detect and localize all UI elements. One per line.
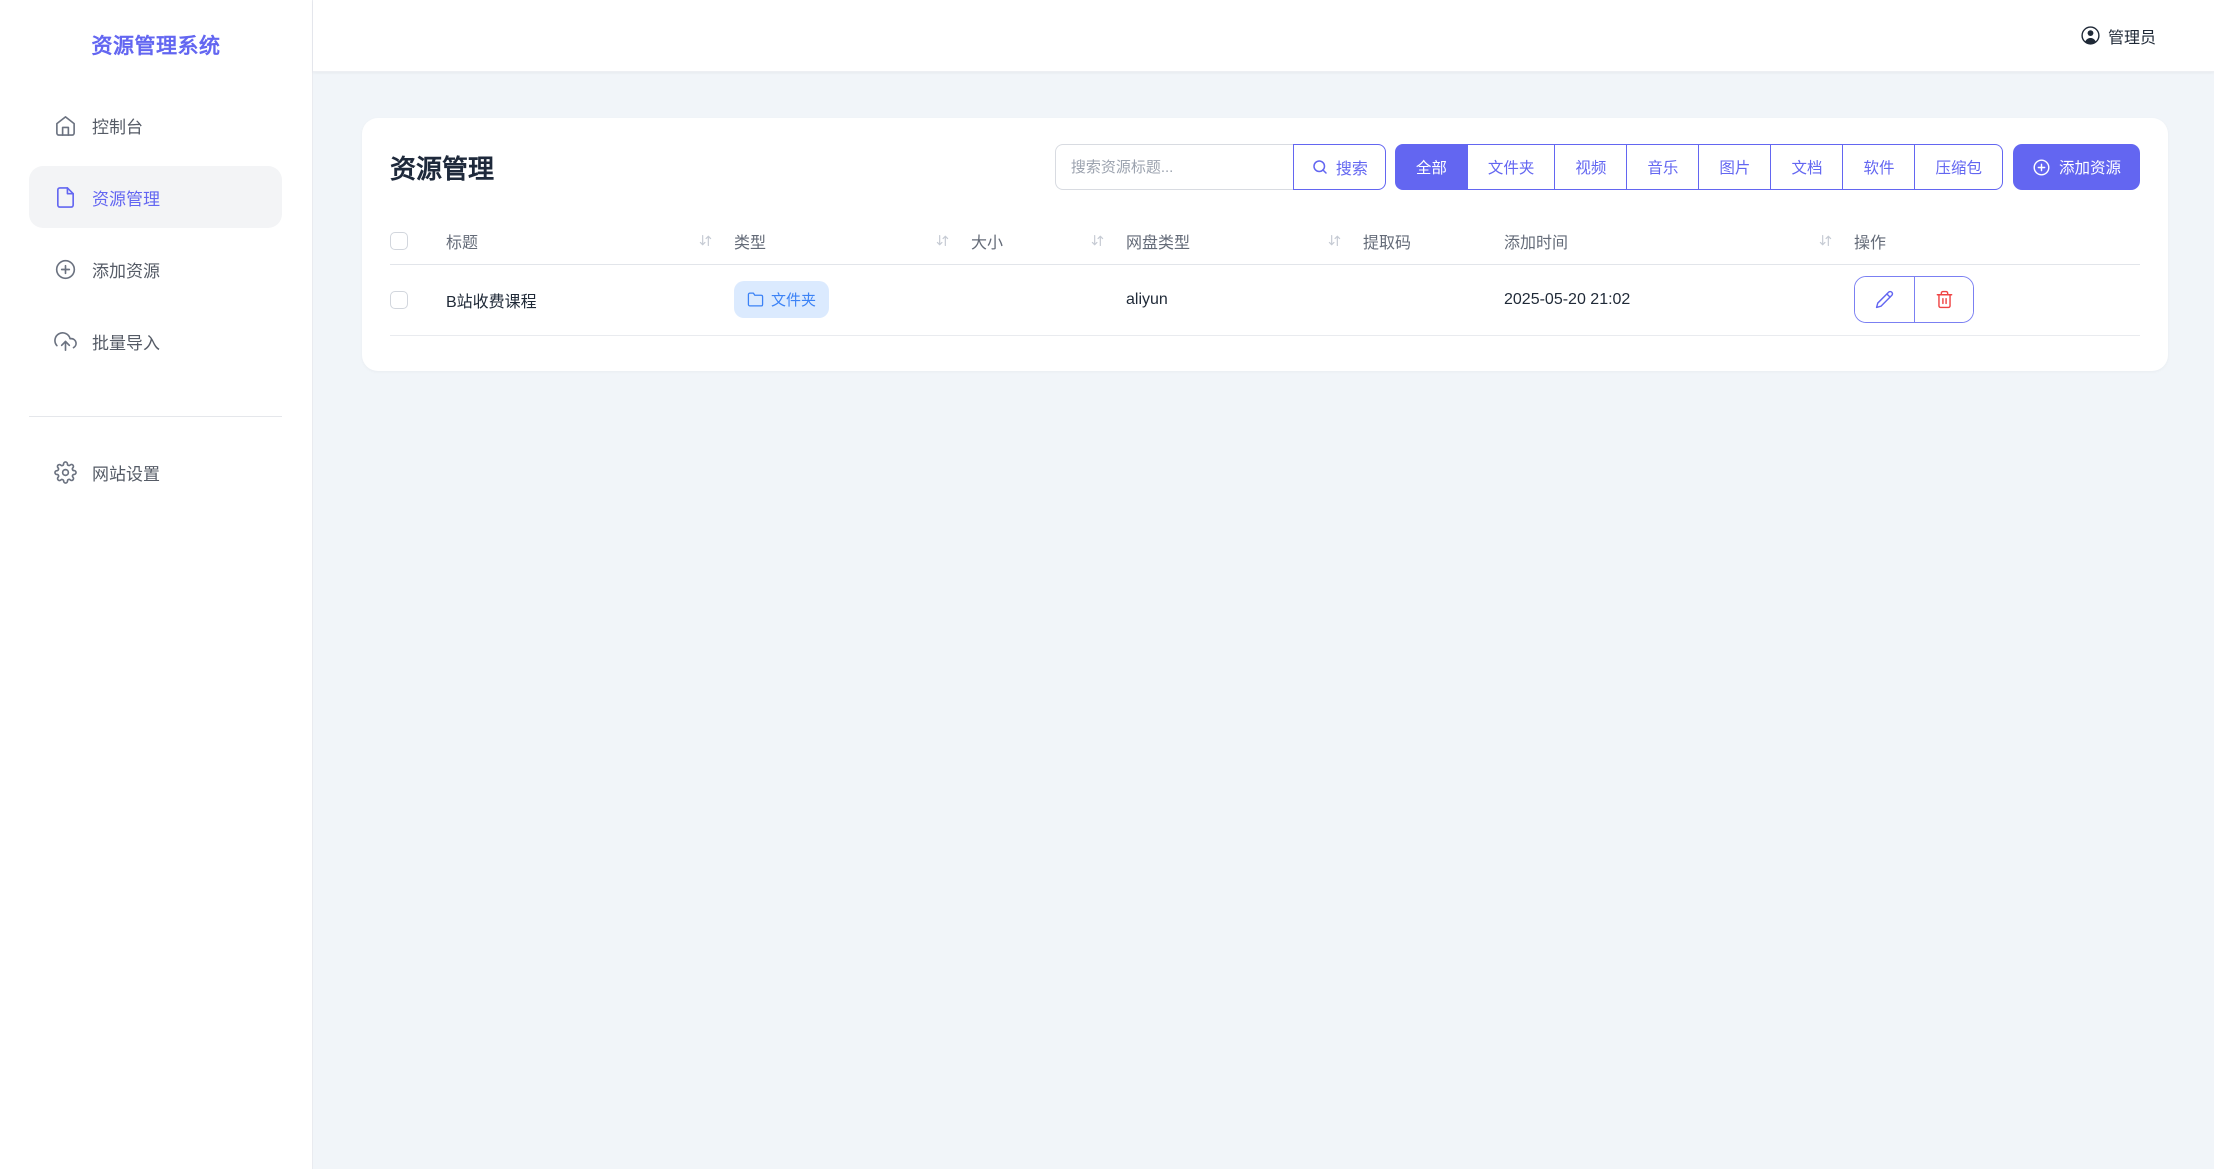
sort-icon[interactable] xyxy=(1817,232,1834,249)
cell-pan-type: aliyun xyxy=(1126,264,1363,335)
cell-added-time: 2025-05-20 21:02 xyxy=(1504,264,1854,335)
toolbar-controls: 搜索 全部 文件夹 视频 音乐 图片 文档 软件 压缩包 xyxy=(1055,144,2140,190)
table-body: B站收费课程 文件夹 aliyun 2025-05-20 21:02 xyxy=(390,264,2140,335)
sort-icon[interactable] xyxy=(934,232,951,249)
column-size[interactable]: 大小 xyxy=(971,218,1126,264)
pencil-icon xyxy=(1875,290,1894,309)
card-toolbar: 资源管理 搜索 全部 文件夹 视频 xyxy=(390,144,2140,190)
sidebar-item-label: 网站设置 xyxy=(92,460,160,485)
column-title[interactable]: 标题 xyxy=(446,218,734,264)
row-action-group xyxy=(1854,276,1974,323)
column-type[interactable]: 类型 xyxy=(734,218,971,264)
type-filter-group: 全部 文件夹 视频 音乐 图片 文档 软件 压缩包 xyxy=(1395,144,2003,190)
brand-title: 资源管理系统 xyxy=(0,0,312,94)
topbar: 管理员 xyxy=(313,0,2214,72)
table-row: B站收费课程 文件夹 aliyun 2025-05-20 21:02 xyxy=(390,264,2140,335)
page-title: 资源管理 xyxy=(390,149,494,186)
plus-circle-icon xyxy=(54,258,77,281)
page-content: 资源管理 搜索 全部 文件夹 视频 xyxy=(313,72,2214,371)
sidebar-nav: 控制台 资源管理 添加资源 批量导入 xyxy=(0,94,312,382)
user-menu[interactable]: 管理员 xyxy=(2080,24,2156,48)
filter-folder[interactable]: 文件夹 xyxy=(1468,144,1556,190)
type-badge: 文件夹 xyxy=(734,281,829,318)
delete-button[interactable] xyxy=(1914,277,1973,322)
resource-table: 标题 类型 大小 网盘 xyxy=(390,218,2140,336)
sidebar-item-label: 添加资源 xyxy=(92,257,160,282)
cell-code xyxy=(1363,264,1504,335)
sidebar-item-resources[interactable]: 资源管理 xyxy=(29,166,282,228)
sidebar-footer-nav: 网站设置 xyxy=(0,441,312,513)
trash-icon xyxy=(1935,290,1954,309)
table-header-row: 标题 类型 大小 网盘 xyxy=(390,218,2140,264)
cell-size xyxy=(971,264,1126,335)
gear-icon xyxy=(54,461,77,484)
cloud-upload-icon xyxy=(54,330,77,353)
sidebar-item-label: 资源管理 xyxy=(92,185,160,210)
search-icon xyxy=(1311,158,1329,176)
main-area: 管理员 资源管理 搜索 xyxy=(313,0,2214,1169)
column-actions: 操作 xyxy=(1854,218,2140,264)
filter-document[interactable]: 文档 xyxy=(1771,144,1843,190)
sidebar-item-dashboard[interactable]: 控制台 xyxy=(29,94,282,156)
filter-all[interactable]: 全部 xyxy=(1395,144,1468,190)
sidebar: 资源管理系统 控制台 资源管理 添加资源 批量导入 网站设置 xyxy=(0,0,313,1169)
search-button[interactable]: 搜索 xyxy=(1293,144,1386,190)
sort-icon[interactable] xyxy=(1089,232,1106,249)
sidebar-item-add-resource[interactable]: 添加资源 xyxy=(29,238,282,300)
table-header: 标题 类型 大小 网盘 xyxy=(390,218,2140,264)
add-resource-button[interactable]: 添加资源 xyxy=(2013,144,2140,190)
home-icon xyxy=(54,114,77,137)
cell-actions xyxy=(1854,264,2140,335)
sidebar-item-site-settings[interactable]: 网站设置 xyxy=(29,441,282,503)
filter-image[interactable]: 图片 xyxy=(1699,144,1771,190)
sort-icon[interactable] xyxy=(697,232,714,249)
sidebar-divider xyxy=(29,416,282,417)
filter-archive[interactable]: 压缩包 xyxy=(1915,144,2003,190)
sidebar-item-batch-import[interactable]: 批量导入 xyxy=(29,310,282,372)
select-all-checkbox[interactable] xyxy=(390,232,408,250)
cell-type: 文件夹 xyxy=(734,264,971,335)
filter-music[interactable]: 音乐 xyxy=(1627,144,1699,190)
edit-button[interactable] xyxy=(1855,277,1914,322)
app-root: 资源管理系统 控制台 资源管理 添加资源 批量导入 网站设置 xyxy=(0,0,2214,1169)
column-added-time[interactable]: 添加时间 xyxy=(1504,218,1854,264)
search-input[interactable] xyxy=(1055,144,1293,190)
sidebar-item-label: 批量导入 xyxy=(92,329,160,354)
file-icon xyxy=(54,186,77,209)
row-checkbox[interactable] xyxy=(390,291,408,309)
resource-card: 资源管理 搜索 全部 文件夹 视频 xyxy=(362,118,2168,371)
sidebar-item-label: 控制台 xyxy=(92,113,143,138)
sort-icon[interactable] xyxy=(1326,232,1343,249)
cell-title: B站收费课程 xyxy=(446,264,734,335)
column-code: 提取码 xyxy=(1363,218,1504,264)
plus-circle-icon xyxy=(2032,158,2051,177)
search-group: 搜索 xyxy=(1055,144,1386,190)
filter-video[interactable]: 视频 xyxy=(1555,144,1627,190)
user-avatar-icon xyxy=(2080,25,2101,46)
column-pan-type[interactable]: 网盘类型 xyxy=(1126,218,1363,264)
user-name: 管理员 xyxy=(2108,24,2156,48)
filter-software[interactable]: 软件 xyxy=(1843,144,1915,190)
folder-icon xyxy=(747,291,764,308)
